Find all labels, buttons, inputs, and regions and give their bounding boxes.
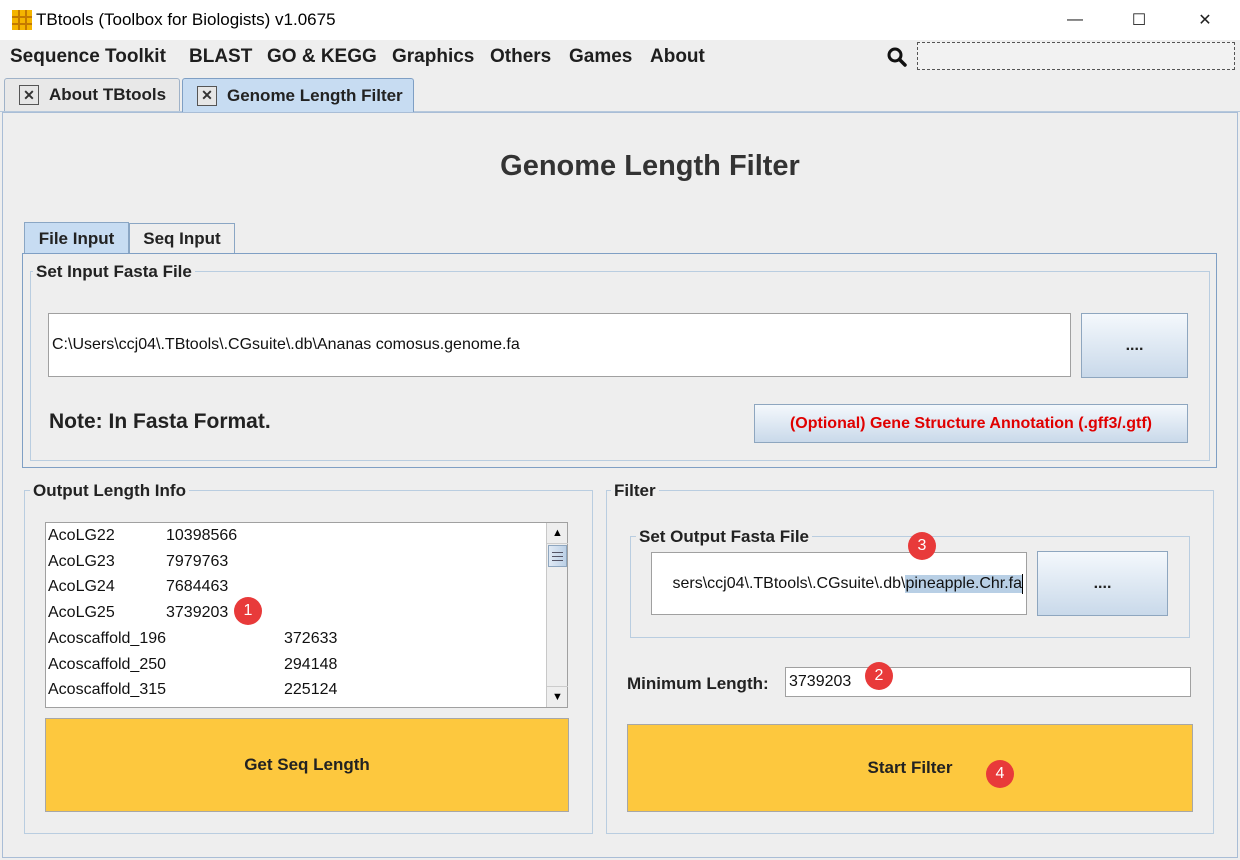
gff-annotation-button[interactable]: (Optional) Gene Structure Annotation (.g… (754, 404, 1188, 443)
input-fasta-path-field[interactable]: C:\Users\ccj04\.TBtools\.CGsuite\.db\Ana… (48, 313, 1071, 377)
scroll-up-arrow-icon[interactable]: ▲ (547, 523, 568, 544)
list-item[interactable]: Acoscaffold_315 225124 (48, 681, 337, 699)
tab-label: About TBtools (49, 85, 167, 104)
step-badge-2: 2 (865, 662, 893, 690)
seq-length: 7979763 (166, 552, 229, 570)
scroll-thumb[interactable] (548, 545, 567, 567)
tab-genome-length-filter[interactable]: ✕ Genome Length Filter (182, 78, 414, 112)
close-tab-icon[interactable]: ✕ (19, 85, 39, 105)
seq-name: AcoLG22 (48, 527, 115, 544)
tab-file-input[interactable]: File Input (24, 222, 129, 254)
step-badge-4: 4 (986, 760, 1014, 788)
input-fasta-group-title: Set Input Fasta File (33, 262, 195, 282)
get-seq-length-button[interactable]: Get Seq Length (45, 718, 569, 812)
tab-about-tbtools[interactable]: ✕ About TBtools (4, 78, 180, 111)
output-length-info-title: Output Length Info (30, 481, 189, 501)
step-badge-3: 3 (908, 532, 936, 560)
seq-length: 294148 (284, 655, 338, 673)
minimize-button[interactable]: — (1052, 6, 1098, 34)
step-badge-1: 1 (234, 597, 262, 625)
seq-name: Acoscaffold_250 (48, 655, 167, 673)
filter-group-title: Filter (611, 481, 659, 501)
seq-name: Acoscaffold_315 (48, 681, 167, 699)
browse-output-button[interactable]: .... (1037, 551, 1168, 616)
list-item[interactable]: AcoLG24 7684463 (48, 578, 228, 596)
seq-length: 372633 (284, 629, 338, 647)
length-info-list[interactable]: AcoLG22 10398566 AcoLG23 7979763 AcoLG24 7684… (45, 522, 568, 708)
window-title: TBtools (Toolbox for Biologists) v1.0675 (36, 10, 336, 29)
menu-about[interactable]: About (650, 46, 705, 68)
minimum-length-label: Minimum Length: (627, 674, 769, 693)
output-fasta-path-field[interactable]: sers\ccj04\.TBtools\.CGsuite\.db\ pineapp… (651, 552, 1027, 615)
fasta-format-note: Note: In Fasta Format. (49, 410, 271, 433)
output-path-prefix: sers\ccj04\.TBtools\.CGsuite\.db\ (672, 574, 906, 592)
search-icon[interactable] (886, 46, 910, 70)
seq-name: AcoLG23 (48, 552, 115, 570)
output-fasta-group-title: Set Output Fasta File (636, 527, 813, 547)
menu-games[interactable]: Games (569, 46, 632, 68)
list-item[interactable]: AcoLG25 3739203 (48, 604, 228, 622)
seq-name: AcoLG25 (48, 604, 115, 622)
seq-length: 3739203 (166, 604, 229, 622)
seq-name: AcoLG24 (48, 578, 115, 596)
menu-graphics[interactable]: Graphics (392, 46, 474, 68)
search-input[interactable] (917, 42, 1235, 70)
close-tab-icon[interactable]: ✕ (197, 85, 217, 106)
list-item[interactable]: AcoLG23 7979763 (48, 553, 228, 571)
menu-blast[interactable]: BLAST (189, 46, 252, 68)
seq-length: 10398566 (166, 527, 238, 544)
list-item[interactable]: Acoscaffold_196 372633 (48, 630, 337, 648)
seq-name: Acoscaffold_196 (48, 629, 167, 647)
text-cursor (1022, 573, 1023, 594)
list-item[interactable]: AcoLG22 10398566 (48, 527, 237, 545)
tab-label: Genome Length Filter (227, 85, 403, 105)
output-path-selected: pineapple.Chr.fa (905, 574, 1022, 593)
seq-length: 225124 (284, 681, 338, 699)
page-title: Genome Length Filter (500, 150, 800, 182)
seq-length: 7684463 (166, 578, 229, 596)
tbtools-logo-icon (12, 10, 32, 30)
start-filter-button[interactable]: Start Filter (627, 724, 1193, 812)
minimum-length-field[interactable]: 3739203 (785, 667, 1191, 697)
menu-go-kegg[interactable]: GO & KEGG (267, 46, 377, 68)
scroll-down-arrow-icon[interactable]: ▼ (547, 686, 568, 707)
menu-sequence-toolkit[interactable]: Sequence Toolkit (10, 46, 166, 68)
list-scrollbar[interactable]: ▲ ▼ (546, 523, 568, 707)
browse-input-button[interactable]: .... (1081, 313, 1188, 378)
maximize-button[interactable]: ☐ (1116, 6, 1162, 34)
list-item[interactable]: Acoscaffold_250 294148 (48, 656, 337, 674)
tab-seq-input[interactable]: Seq Input (129, 223, 235, 254)
menu-others[interactable]: Others (490, 46, 551, 68)
close-window-button[interactable]: ✕ (1182, 6, 1228, 34)
